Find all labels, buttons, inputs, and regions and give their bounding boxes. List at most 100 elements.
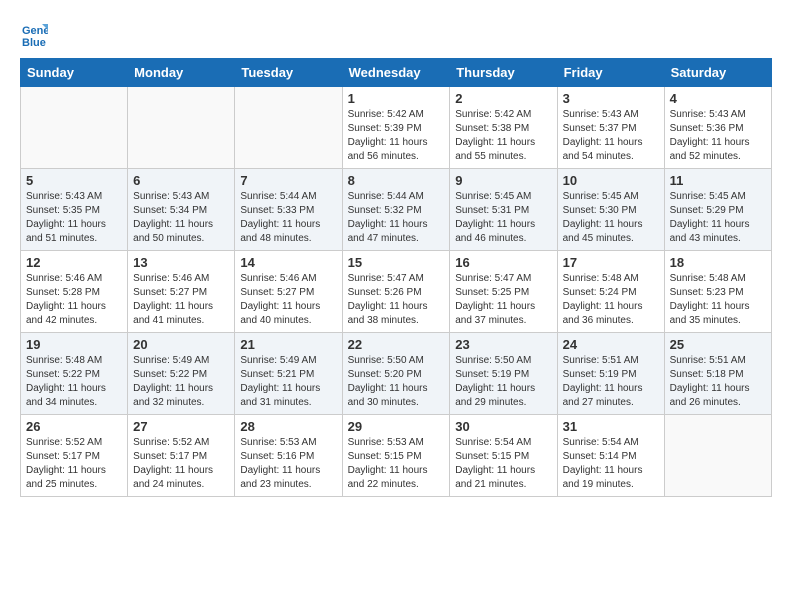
day-detail: Sunrise: 5:54 AMSunset: 5:14 PMDaylight:… [563,436,659,492]
calendar-cell: 6 Sunrise: 5:43 AMSunset: 5:34 PMDaylight… [128,169,235,251]
day-number: 18 [670,255,766,270]
calendar-cell: 24Sunrise: 5:51 AMSunset: 5:19 PMDayligh… [557,333,664,415]
calendar-cell: 18Sunrise: 5:48 AMSunset: 5:23 PMDayligh… [664,251,771,333]
weekday-header-thursday: Thursday [450,59,557,87]
day-detail: Sunrise: 5:42 AMSunset: 5:38 PMDaylight:… [455,108,551,164]
calendar-cell: 2 Sunrise: 5:42 AMSunset: 5:38 PMDaylight… [450,87,557,169]
calendar-cell: 7Sunrise: 5:44 AMSunset: 5:33 PMDaylight… [235,169,342,251]
calendar: SundayMondayTuesdayWednesdayThursdayFrid… [20,58,772,497]
day-number: 1 [348,91,445,106]
logo: General Blue [20,20,54,48]
day-detail: Sunrise: 5:47 AMSunset: 5:25 PMDaylight:… [455,272,551,328]
weekday-header-saturday: Saturday [664,59,771,87]
day-detail: Sunrise: 5:50 AMSunset: 5:19 PMDaylight:… [455,354,551,410]
day-detail: Sunrise: 5:51 AMSunset: 5:18 PMDaylight:… [670,354,766,410]
day-number: 17 [563,255,659,270]
day-number: 12 [26,255,122,270]
day-detail: Sunrise: 5:52 AMSunset: 5:17 PMDaylight:… [26,436,122,492]
day-detail: Sunrise: 5:46 AMSunset: 5:28 PMDaylight:… [26,272,122,328]
calendar-cell: 1 Sunrise: 5:42 AMSunset: 5:39 PMDaylight… [342,87,450,169]
day-number: 13 [133,255,229,270]
svg-text:Blue: Blue [22,37,46,48]
calendar-row: 19Sunrise: 5:48 AMSunset: 5:22 PMDayligh… [21,333,772,415]
calendar-cell: 31Sunrise: 5:54 AMSunset: 5:14 PMDayligh… [557,415,664,497]
weekday-header-wednesday: Wednesday [342,59,450,87]
calendar-row: 26Sunrise: 5:52 AMSunset: 5:17 PMDayligh… [21,415,772,497]
calendar-cell: 13 Sunrise: 5:46 AMSunset: 5:27 PMDayligh… [128,251,235,333]
svg-text:General: General [22,25,48,37]
day-detail: Sunrise: 5:43 AMSunset: 5:35 PMDaylight:… [26,190,122,246]
calendar-cell: 19Sunrise: 5:48 AMSunset: 5:22 PMDayligh… [21,333,128,415]
day-detail: Sunrise: 5:50 AMSunset: 5:20 PMDaylight:… [348,354,445,410]
weekday-header-monday: Monday [128,59,235,87]
calendar-row: 12 Sunrise: 5:46 AMSunset: 5:28 PMDayligh… [21,251,772,333]
day-number: 21 [240,337,336,352]
day-number: 27 [133,419,229,434]
day-number: 6 [133,173,229,188]
day-number: 16 [455,255,551,270]
weekday-header-friday: Friday [557,59,664,87]
day-number: 9 [455,173,551,188]
calendar-cell: 16 Sunrise: 5:47 AMSunset: 5:25 PMDayligh… [450,251,557,333]
day-detail: Sunrise: 5:43 AMSunset: 5:34 PMDaylight:… [133,190,229,246]
logo-icon: General Blue [20,20,48,48]
calendar-cell: 21 Sunrise: 5:49 AMSunset: 5:21 PMDayligh… [235,333,342,415]
day-detail: Sunrise: 5:44 AMSunset: 5:32 PMDaylight:… [348,190,445,246]
day-detail: Sunrise: 5:45 AMSunset: 5:29 PMDaylight:… [670,190,766,246]
calendar-cell: 3 Sunrise: 5:43 AMSunset: 5:37 PMDaylight… [557,87,664,169]
day-number: 4 [670,91,766,106]
day-number: 29 [348,419,445,434]
day-number: 3 [563,91,659,106]
day-detail: Sunrise: 5:43 AMSunset: 5:37 PMDaylight:… [563,108,659,164]
day-detail: Sunrise: 5:53 AMSunset: 5:15 PMDaylight:… [348,436,445,492]
day-detail: Sunrise: 5:45 AMSunset: 5:31 PMDaylight:… [455,190,551,246]
calendar-header-row: SundayMondayTuesdayWednesdayThursdayFrid… [21,59,772,87]
day-detail: Sunrise: 5:49 AMSunset: 5:21 PMDaylight:… [240,354,336,410]
day-number: 11 [670,173,766,188]
day-number: 10 [563,173,659,188]
day-detail: Sunrise: 5:48 AMSunset: 5:24 PMDaylight:… [563,272,659,328]
calendar-cell: 29 Sunrise: 5:53 AMSunset: 5:15 PMDayligh… [342,415,450,497]
calendar-cell: 10 Sunrise: 5:45 AMSunset: 5:30 PMDayligh… [557,169,664,251]
calendar-cell: 4 Sunrise: 5:43 AMSunset: 5:36 PMDaylight… [664,87,771,169]
calendar-cell: 14Sunrise: 5:46 AMSunset: 5:27 PMDayligh… [235,251,342,333]
day-detail: Sunrise: 5:54 AMSunset: 5:15 PMDaylight:… [455,436,551,492]
day-number: 20 [133,337,229,352]
calendar-cell [21,87,128,169]
calendar-cell [128,87,235,169]
day-number: 24 [563,337,659,352]
day-number: 25 [670,337,766,352]
calendar-cell: 17 Sunrise: 5:48 AMSunset: 5:24 PMDayligh… [557,251,664,333]
day-detail: Sunrise: 5:52 AMSunset: 5:17 PMDaylight:… [133,436,229,492]
day-detail: Sunrise: 5:48 AMSunset: 5:22 PMDaylight:… [26,354,122,410]
calendar-cell: 9 Sunrise: 5:45 AMSunset: 5:31 PMDaylight… [450,169,557,251]
calendar-cell: 23 Sunrise: 5:50 AMSunset: 5:19 PMDayligh… [450,333,557,415]
calendar-cell: 20 Sunrise: 5:49 AMSunset: 5:22 PMDayligh… [128,333,235,415]
day-detail: Sunrise: 5:47 AMSunset: 5:26 PMDaylight:… [348,272,445,328]
weekday-header-sunday: Sunday [21,59,128,87]
calendar-row: 5 Sunrise: 5:43 AMSunset: 5:35 PMDaylight… [21,169,772,251]
day-detail: Sunrise: 5:45 AMSunset: 5:30 PMDaylight:… [563,190,659,246]
calendar-row: 1 Sunrise: 5:42 AMSunset: 5:39 PMDaylight… [21,87,772,169]
day-detail: Sunrise: 5:43 AMSunset: 5:36 PMDaylight:… [670,108,766,164]
day-number: 23 [455,337,551,352]
day-detail: Sunrise: 5:46 AMSunset: 5:27 PMDaylight:… [133,272,229,328]
weekday-header-tuesday: Tuesday [235,59,342,87]
day-number: 7 [240,173,336,188]
day-number: 28 [240,419,336,434]
calendar-cell: 28 Sunrise: 5:53 AMSunset: 5:16 PMDayligh… [235,415,342,497]
day-detail: Sunrise: 5:53 AMSunset: 5:16 PMDaylight:… [240,436,336,492]
day-detail: Sunrise: 5:42 AMSunset: 5:39 PMDaylight:… [348,108,445,164]
calendar-cell: 30 Sunrise: 5:54 AMSunset: 5:15 PMDayligh… [450,415,557,497]
calendar-cell: 26Sunrise: 5:52 AMSunset: 5:17 PMDayligh… [21,415,128,497]
calendar-cell: 8 Sunrise: 5:44 AMSunset: 5:32 PMDaylight… [342,169,450,251]
day-number: 22 [348,337,445,352]
calendar-cell: 27 Sunrise: 5:52 AMSunset: 5:17 PMDayligh… [128,415,235,497]
day-detail: Sunrise: 5:49 AMSunset: 5:22 PMDaylight:… [133,354,229,410]
day-number: 5 [26,173,122,188]
day-number: 30 [455,419,551,434]
day-number: 15 [348,255,445,270]
calendar-cell: 22 Sunrise: 5:50 AMSunset: 5:20 PMDayligh… [342,333,450,415]
day-number: 8 [348,173,445,188]
day-number: 2 [455,91,551,106]
